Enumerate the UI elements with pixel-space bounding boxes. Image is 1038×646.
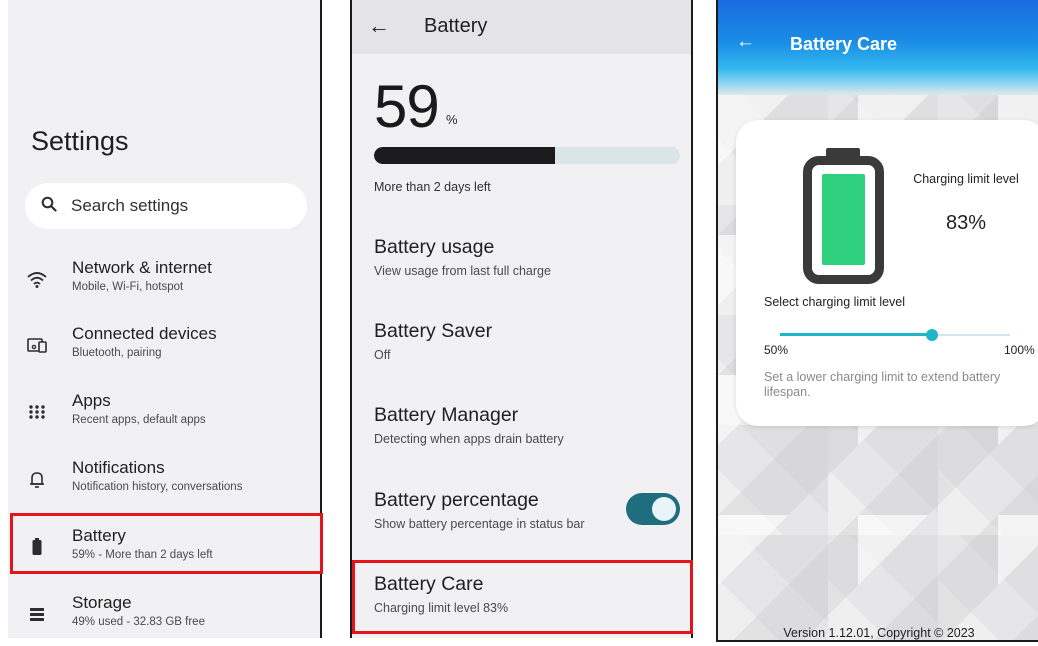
storage-icon	[26, 603, 48, 625]
battery-level-fill	[374, 147, 555, 164]
settings-item-title: Connected devices	[72, 324, 217, 343]
battery-percent: 59	[374, 73, 440, 140]
percent-sign: %	[446, 112, 458, 127]
settings-item-apps[interactable]: Apps Recent apps, default apps	[8, 383, 320, 443]
charging-limit-slider[interactable]	[780, 328, 1010, 342]
select-limit-label: Select charging limit level	[764, 295, 906, 309]
settings-item-notifications[interactable]: Notifications Notification history, conv…	[8, 450, 320, 510]
toggle-knob	[652, 497, 676, 521]
battery-item-subtitle: View usage from last full charge	[374, 264, 551, 278]
battery-graphic-icon	[803, 156, 884, 284]
apps-grid-icon	[26, 401, 48, 423]
highlight-battery-care-box	[352, 560, 693, 634]
battery-item-saver[interactable]: Battery Saver Off	[374, 320, 674, 362]
settings-item-subtitle: Bluetooth, pairing	[72, 347, 162, 359]
settings-item-subtitle: 49% used - 32.83 GB free	[72, 616, 205, 628]
charging-limit-card: Charging limit level 83% Select charging…	[736, 120, 1038, 426]
battery-item-title: Battery usage	[374, 236, 495, 258]
bell-icon	[26, 468, 48, 490]
search-icon	[41, 196, 57, 217]
slider-max-label: 100%	[1004, 343, 1035, 357]
charging-limit-value: 83%	[945, 212, 987, 234]
search-placeholder: Search settings	[71, 196, 189, 215]
app-bar: ← Battery Care	[718, 0, 1038, 95]
settings-item-title: Network & internet	[72, 258, 212, 277]
app-bar: ← Battery	[352, 0, 691, 54]
battery-level-bar	[374, 147, 680, 164]
settings-item-title: Notifications	[72, 458, 165, 477]
charging-limit-label: Charging limit level	[913, 172, 1019, 186]
settings-item-subtitle: Recent apps, default apps	[72, 414, 206, 426]
settings-item-storage[interactable]: Storage 49% used - 32.83 GB free	[8, 585, 320, 638]
slider-min-label: 50%	[764, 343, 789, 357]
slider-active-track	[780, 333, 932, 336]
slider-thumb[interactable]	[925, 329, 938, 341]
battery-item-manager[interactable]: Battery Manager Detecting when apps drai…	[374, 404, 674, 446]
battery-item-usage[interactable]: Battery usage View usage from last full …	[374, 236, 674, 278]
back-arrow-icon[interactable]: ←	[736, 31, 755, 53]
battery-care-screen: ← Battery Care Charging limit level 83% …	[716, 0, 1038, 642]
page-title: Battery	[424, 15, 488, 37]
limit-description: Set a lower charging limit to extend bat…	[764, 370, 1001, 399]
settings-item-title: Apps	[72, 391, 111, 410]
wifi-icon	[26, 268, 48, 290]
battery-screen: ← Battery 59 % More than 2 days left Bat…	[350, 0, 693, 638]
search-bar[interactable]: Search settings	[25, 183, 307, 229]
settings-item-title: Storage	[72, 593, 132, 612]
time-left-text: More than 2 days left	[374, 180, 491, 194]
battery-item-title: Battery Saver	[374, 320, 493, 342]
battery-item-title: Battery Manager	[374, 404, 519, 426]
devices-icon	[26, 334, 48, 356]
settings-item-network[interactable]: Network & internet Mobile, Wi-Fi, hotspo…	[8, 250, 320, 310]
settings-item-subtitle: Notification history, conversations	[72, 481, 243, 493]
version-footer: Version 1.12.01, Copyright © 2023	[783, 626, 975, 640]
settings-item-subtitle: Mobile, Wi-Fi, hotspot	[72, 281, 184, 293]
back-arrow-icon[interactable]: ←	[368, 13, 390, 39]
battery-item-subtitle: Off	[374, 348, 391, 362]
highlight-battery-box	[10, 513, 323, 574]
battery-item-subtitle: Detecting when apps drain battery	[374, 432, 564, 446]
battery-percentage-toggle[interactable]	[626, 493, 680, 525]
battery-graphic-cap	[826, 148, 860, 156]
page-title: Battery Care	[790, 34, 898, 54]
battery-graphic-fill	[822, 173, 865, 265]
page-title: Settings	[31, 126, 129, 156]
settings-item-connected-devices[interactable]: Connected devices Bluetooth, pairing	[8, 316, 320, 376]
